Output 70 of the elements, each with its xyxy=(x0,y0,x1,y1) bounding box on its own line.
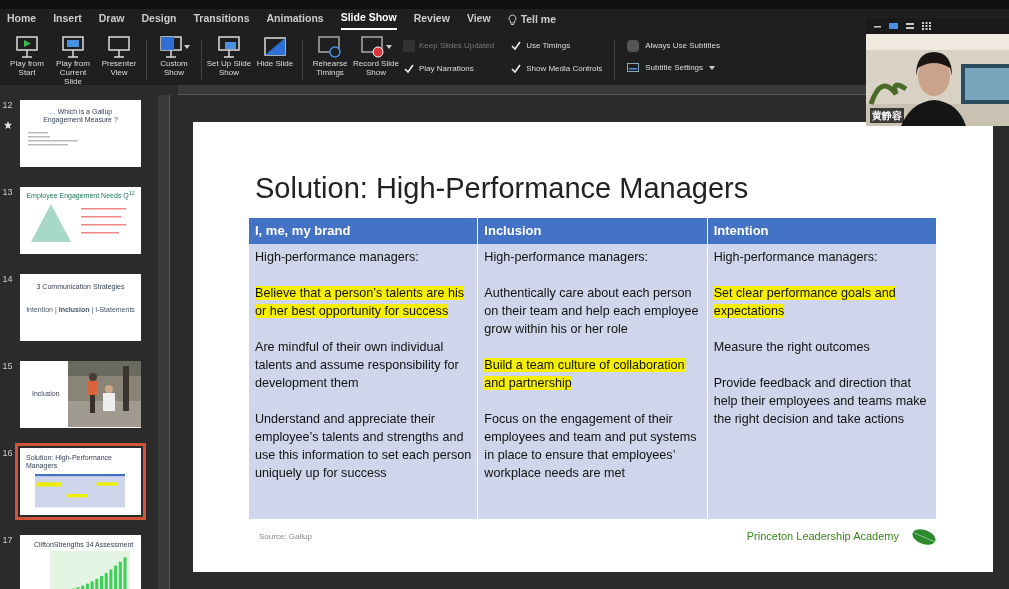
slide-title: Solution: High-Performance Managers xyxy=(254,171,750,206)
cell-paragraph: Authentically care about each person on their team and help each employee grow within his or her role xyxy=(484,284,700,338)
cell-paragraph: Understand and appreciate their employee’s talents and strengths and use this information to set each person uniquely up for success xyxy=(255,410,472,482)
slide-number: 17 xyxy=(2,534,13,547)
participant-name: 黄静容 xyxy=(870,108,904,123)
ribbon-tab[interactable]: Home xyxy=(7,11,37,29)
ribbon-tab[interactable]: Slide Show xyxy=(340,10,397,30)
source-note: Source: Gallup xyxy=(259,530,313,543)
ribbon-button[interactable]: Rehearse Timings xyxy=(307,35,353,77)
option-label: Show Media Controls xyxy=(526,63,603,75)
subtitle-icon xyxy=(627,63,640,73)
cell-paragraph: Set clear performance goals and expectations xyxy=(713,284,897,320)
checkbox[interactable] xyxy=(510,63,523,75)
option-label: Keep Slides Updated xyxy=(419,40,495,52)
ribbon-tab[interactable]: Animations xyxy=(266,11,324,29)
slide-number: 12 xyxy=(2,99,13,112)
cell-paragraph: Provide feedback and direction that help their employees and teams make the right decision and take actions xyxy=(713,374,928,428)
lightbulb-icon xyxy=(507,14,517,26)
ribbon-tab[interactable]: Transitions xyxy=(193,11,250,29)
ribbon-button[interactable]: Play from Start xyxy=(4,35,50,77)
table-header: Intention xyxy=(707,218,937,244)
cell-paragraph: Believe that a person’s talents are his or her best opportunity for success xyxy=(255,284,466,320)
ribbon-button[interactable]: Presenter View xyxy=(96,35,142,77)
checkbox[interactable] xyxy=(627,40,640,52)
grid-view-icon[interactable] xyxy=(922,22,931,30)
cell-paragraph: High-performance managers: xyxy=(255,248,420,266)
brand-name: Princeton Leadership Academy xyxy=(746,529,899,545)
hidden-slide-icon xyxy=(262,35,288,59)
caret-icon xyxy=(709,66,716,70)
leaf-icon xyxy=(911,526,937,547)
slide-number: 13 xyxy=(2,186,13,199)
timer-icon xyxy=(317,35,343,59)
cell-paragraph: Measure the right outcomes xyxy=(713,338,871,356)
screen-icon xyxy=(106,35,132,59)
slide-number: 16 xyxy=(2,447,13,460)
record-icon xyxy=(360,35,386,59)
checkbox[interactable] xyxy=(510,40,523,52)
slide-number: 15 xyxy=(2,360,13,373)
subtitle-settings-button[interactable]: Subtitle Settings xyxy=(627,62,720,74)
cell-paragraph: Are mindful of their own individual talents and assume responsibility for development them xyxy=(255,338,460,392)
option-label: Use Timings xyxy=(526,40,571,52)
table-header: I, me, my brand xyxy=(249,218,479,244)
screen-icon xyxy=(158,35,184,59)
caret-icon xyxy=(386,45,392,49)
minimize-icon[interactable] xyxy=(874,24,881,28)
ribbon-button[interactable]: Record Slide Show xyxy=(353,35,399,77)
tell-me-field[interactable]: Tell me xyxy=(520,12,557,28)
caret-icon xyxy=(184,45,190,49)
slide-number: 14 xyxy=(2,273,13,286)
option-label: Play Narrations xyxy=(419,63,474,75)
option-label: Always Use Subtitles xyxy=(645,40,720,52)
ribbon-tab[interactable]: Design xyxy=(141,11,177,29)
ribbon-tab[interactable]: Draw xyxy=(98,11,125,29)
cell-paragraph: High-performance managers: xyxy=(713,248,879,266)
ribbon-button[interactable]: Hide Slide xyxy=(252,35,298,68)
checkbox[interactable] xyxy=(403,63,415,75)
cell-paragraph: Focus on the engagement of their employees and team and put systems in place to ensure that employees’ workplace needs are met xyxy=(484,410,698,482)
cell-paragraph: Build a team culture of collaboration and partnership xyxy=(484,356,686,392)
ribbon-button[interactable]: Play from Current Slide xyxy=(50,35,96,86)
list-view-icon[interactable] xyxy=(906,22,914,30)
screen-icon xyxy=(60,35,86,59)
ribbon-tab[interactable]: View xyxy=(466,11,491,29)
ribbon-tab[interactable]: Insert xyxy=(53,11,82,29)
ribbon-button[interactable]: Custom Show xyxy=(151,35,197,77)
ribbon-button[interactable]: Set Up Slide Show xyxy=(206,35,252,77)
screen-icon xyxy=(14,35,40,59)
screen-icon xyxy=(216,35,242,59)
cell-paragraph: High-performance managers: xyxy=(484,248,650,266)
table-header: Inclusion xyxy=(478,218,708,244)
ribbon-tab[interactable]: Review xyxy=(413,11,450,29)
